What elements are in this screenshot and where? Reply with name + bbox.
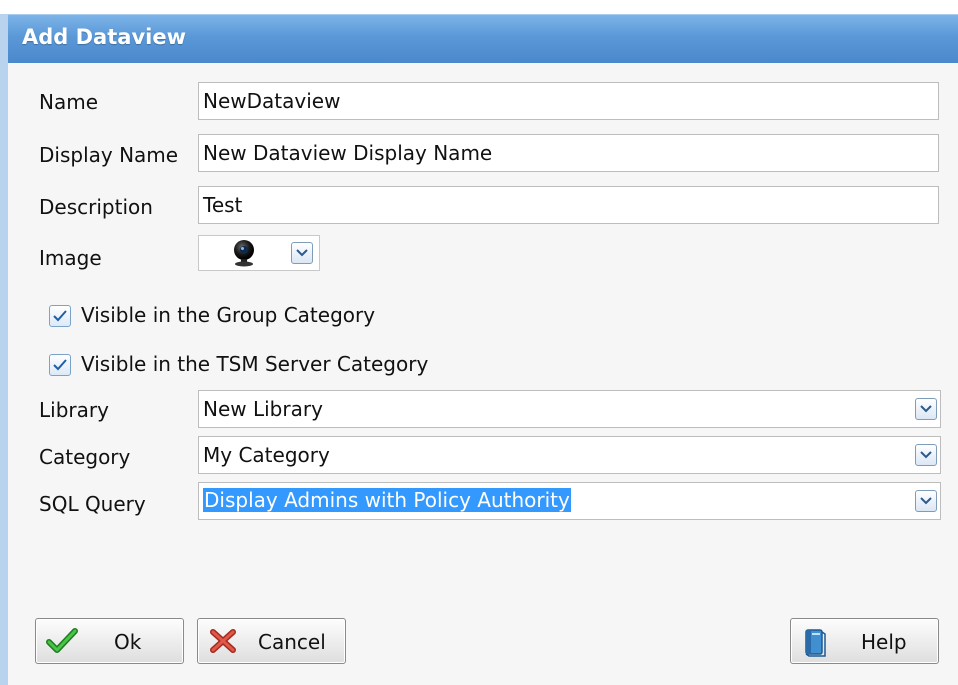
- library-dropdown-button[interactable]: [915, 398, 937, 420]
- category-value: My Category: [203, 443, 330, 467]
- visible-tsm-label[interactable]: Visible in the TSM Server Category: [81, 352, 428, 376]
- cancel-button[interactable]: Cancel: [197, 618, 346, 664]
- title-bar[interactable]: Add Dataview: [8, 14, 958, 63]
- sql-query-value: Display Admins with Policy Authority: [203, 488, 571, 512]
- description-label: Description: [39, 195, 153, 219]
- category-label: Category: [39, 445, 131, 469]
- description-value: Test: [203, 193, 243, 217]
- add-dataview-dialog: Add Dataview Name NewDataview Display Na…: [0, 14, 958, 685]
- image-select[interactable]: [198, 235, 320, 271]
- description-input[interactable]: Test: [198, 186, 939, 224]
- name-input[interactable]: NewDataview: [198, 82, 939, 120]
- checkmark-icon: [53, 310, 67, 322]
- visible-tsm-checkbox[interactable]: [49, 354, 71, 376]
- name-label: Name: [39, 90, 99, 114]
- webcam-icon: [229, 239, 259, 272]
- category-select[interactable]: My Category: [198, 436, 941, 474]
- help-button[interactable]: Help: [790, 618, 939, 664]
- chevron-down-icon: [296, 249, 308, 257]
- sql-query-label: SQL Query: [39, 492, 146, 516]
- book-icon: [801, 627, 829, 662]
- dialog-title: Add Dataview: [22, 25, 186, 49]
- chevron-down-icon: [920, 451, 932, 459]
- display-name-input[interactable]: New Dataview Display Name: [198, 134, 939, 172]
- library-label: Library: [39, 398, 109, 422]
- checkmark-icon: [53, 359, 67, 371]
- display-name-label: Display Name: [39, 143, 179, 167]
- library-value: New Library: [203, 397, 323, 421]
- visible-group-checkbox[interactable]: [49, 305, 71, 327]
- name-value: NewDataview: [203, 89, 341, 113]
- checkmark-icon: [46, 627, 78, 660]
- display-name-value: New Dataview Display Name: [203, 141, 493, 165]
- image-label: Image: [39, 246, 102, 270]
- library-select[interactable]: New Library: [198, 390, 941, 428]
- ok-label: Ok: [114, 630, 142, 654]
- category-dropdown-button[interactable]: [915, 444, 937, 466]
- chevron-down-icon: [920, 497, 932, 505]
- x-icon: [208, 627, 238, 660]
- sql-query-select[interactable]: Display Admins with Policy Authority: [198, 482, 941, 520]
- image-dropdown-button[interactable]: [291, 242, 313, 264]
- chevron-down-icon: [920, 405, 932, 413]
- visible-group-label[interactable]: Visible in the Group Category: [81, 303, 375, 327]
- ok-button[interactable]: Ok: [35, 618, 184, 664]
- help-label: Help: [861, 630, 907, 654]
- sql-query-dropdown-button[interactable]: [915, 490, 937, 512]
- cancel-label: Cancel: [258, 630, 326, 654]
